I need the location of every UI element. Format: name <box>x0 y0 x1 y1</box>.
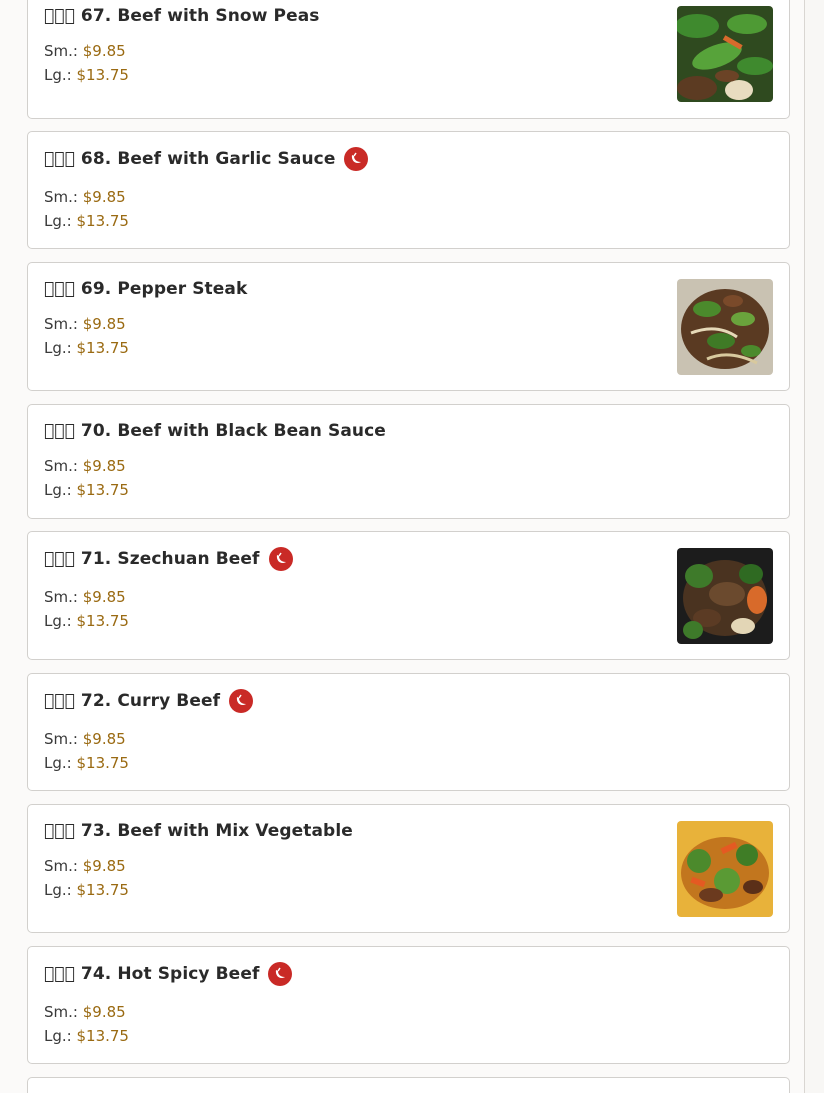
small-price-line: Sm.: $9.85 <box>44 315 126 333</box>
large-price-line: Lg.: $13.75 <box>44 481 129 499</box>
small-price: $9.85 <box>82 457 126 475</box>
large-price-label: Lg.: <box>44 339 72 357</box>
small-price: $9.85 <box>82 315 126 333</box>
large-price: $13.75 <box>76 212 129 230</box>
spicy-pepper-icon <box>344 147 369 171</box>
small-price-label: Sm.: <box>44 457 78 475</box>
large-price: $13.75 <box>76 612 129 630</box>
menu-item-title:     72. Curry Beef <box>44 691 221 711</box>
menu-item-card[interactable]:     69. Pepper Steak Sm.: $9.85 Lg.: $13… <box>27 262 790 391</box>
large-price-label: Lg.: <box>44 212 72 230</box>
menu-item-card[interactable]:     72. Curry Beef Sm.: $9.85 Lg.: $13.7… <box>27 673 790 791</box>
spicy-pepper-icon <box>229 689 254 713</box>
large-price: $13.75 <box>76 481 129 499</box>
large-price-label: Lg.: <box>44 66 72 84</box>
large-price-label: Lg.: <box>44 1027 72 1045</box>
large-price-line: Lg.: $13.75 <box>44 881 129 899</box>
large-price-line: Lg.: $13.75 <box>44 212 129 230</box>
menu-item-title-row:     67. Beef with Snow Peas <box>44 6 320 26</box>
menu-item-title:     70. Beef with Black Bean Sauce <box>44 421 386 441</box>
menu-item-title-row:     70. Beef with Black Bean Sauce <box>44 421 386 441</box>
menu-item-title:     67. Beef with Snow Peas <box>44 6 320 26</box>
menu-item-card[interactable]:     74. Hot Spicy Beef Sm.: $9.85 Lg.: $… <box>27 946 790 1064</box>
small-price-label: Sm.: <box>44 42 78 60</box>
small-price-line: Sm.: $9.85 <box>44 42 126 60</box>
menu-item-title-row:     74. Hot Spicy Beef <box>44 962 293 986</box>
small-price: $9.85 <box>82 42 126 60</box>
small-price: $9.85 <box>82 588 126 606</box>
snow-peas-photo[interactable] <box>677 6 773 102</box>
spicy-pepper-icon <box>268 547 293 571</box>
small-price-line: Sm.: $9.85 <box>44 588 126 606</box>
large-price: $13.75 <box>76 754 129 772</box>
large-price: $13.75 <box>76 881 129 899</box>
large-price-label: Lg.: <box>44 481 72 499</box>
menu-item-card[interactable]:     67. Beef with Snow Peas Sm.: $9.85 L… <box>27 0 790 119</box>
small-price-label: Sm.: <box>44 315 78 333</box>
small-price-label: Sm.: <box>44 188 78 206</box>
menu-item-card[interactable]:     68. Beef with Garlic Sauce Sm.: $9.8… <box>27 131 790 249</box>
menu-item-title:     74. Hot Spicy Beef <box>44 964 260 984</box>
small-price: $9.85 <box>82 188 126 206</box>
spicy-pepper-icon <box>268 962 293 986</box>
small-price-line: Sm.: $9.85 <box>44 857 126 875</box>
small-price-label: Sm.: <box>44 1003 78 1021</box>
mix-vegetable-photo[interactable] <box>677 821 773 917</box>
small-price: $9.85 <box>82 857 126 875</box>
menu-item-title-row:     73. Beef with Mix Vegetable <box>44 821 353 841</box>
small-price-line: Sm.: $9.85 <box>44 457 126 475</box>
menu-item-title-row:     68. Beef with Garlic Sauce <box>44 147 369 171</box>
small-price-label: Sm.: <box>44 588 78 606</box>
large-price-line: Lg.: $13.75 <box>44 1027 129 1045</box>
small-price: $9.85 <box>82 1003 126 1021</box>
large-price-line: Lg.: $13.75 <box>44 66 129 84</box>
large-price-label: Lg.: <box>44 754 72 772</box>
menu-item-card[interactable]:     71. Szechuan Beef Sm.: $9.85 Lg.: $1… <box>27 531 790 660</box>
small-price-line: Sm.: $9.85 <box>44 188 126 206</box>
menu-item-title:     68. Beef with Garlic Sauce <box>44 149 336 169</box>
menu-item-title:     71. Szechuan Beef <box>44 549 260 569</box>
large-price: $13.75 <box>76 339 129 357</box>
menu-item-title:     69. Pepper Steak <box>44 279 248 299</box>
small-price-line: Sm.: $9.85 <box>44 1003 126 1021</box>
large-price-label: Lg.: <box>44 881 72 899</box>
pepper-steak-photo[interactable] <box>677 279 773 375</box>
large-price-line: Lg.: $13.75 <box>44 754 129 772</box>
large-price: $13.75 <box>76 1027 129 1045</box>
menu-item-title:     73. Beef with Mix Vegetable <box>44 821 353 841</box>
menu-list:     67. Beef with Snow Peas Sm.: $9.85 L… <box>0 0 805 1093</box>
menu-item-title-row:     71. Szechuan Beef <box>44 547 293 571</box>
szechuan-beef-photo[interactable] <box>677 548 773 644</box>
large-price: $13.75 <box>76 66 129 84</box>
small-price-line: Sm.: $9.85 <box>44 730 126 748</box>
menu-item-title-row:     72. Curry Beef <box>44 689 254 713</box>
large-price-line: Lg.: $13.75 <box>44 612 129 630</box>
menu-item-title-row:     69. Pepper Steak <box>44 279 247 299</box>
small-price: $9.85 <box>82 730 126 748</box>
small-price-label: Sm.: <box>44 730 78 748</box>
menu-item-card[interactable]:     70. Beef with Black Bean Sauce Sm.: … <box>27 404 790 519</box>
large-price-line: Lg.: $13.75 <box>44 339 129 357</box>
large-price-label: Lg.: <box>44 612 72 630</box>
menu-item-card[interactable]:     73. Beef with Mix Vegetable Sm.: $9.… <box>27 804 790 933</box>
small-price-label: Sm.: <box>44 857 78 875</box>
menu-item-card[interactable] <box>27 1077 790 1093</box>
